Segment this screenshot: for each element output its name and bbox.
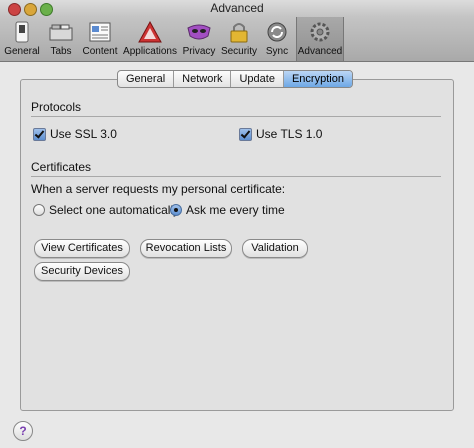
view-certificates-button[interactable]: View Certificates bbox=[34, 239, 130, 258]
advanced-tab-bar: General Network Update Encryption bbox=[117, 70, 353, 88]
toolbar-general[interactable]: General bbox=[4, 17, 40, 61]
divider bbox=[31, 176, 441, 177]
security-devices-button[interactable]: Security Devices bbox=[34, 262, 130, 281]
switch-icon bbox=[15, 21, 29, 43]
content-icon bbox=[89, 22, 111, 42]
toolbar-sync[interactable]: Sync bbox=[262, 17, 292, 61]
toolbar-privacy[interactable]: Privacy bbox=[182, 17, 216, 61]
protocols-heading: Protocols bbox=[31, 100, 82, 114]
validation-button[interactable]: Validation bbox=[242, 239, 308, 258]
use-ssl-checkbox[interactable]: Use SSL 3.0 bbox=[33, 127, 117, 141]
radio-unselected-icon bbox=[33, 204, 45, 216]
revocation-lists-button[interactable]: Revocation Lists bbox=[140, 239, 232, 258]
preferences-toolbar: General Tabs Content Applications Privac… bbox=[0, 17, 474, 62]
divider bbox=[31, 116, 441, 117]
gear-icon bbox=[310, 22, 330, 42]
lock-icon bbox=[230, 23, 248, 43]
title-bar: Advanced bbox=[0, 0, 474, 17]
toolbar-security[interactable]: Security bbox=[220, 17, 258, 61]
tab-general[interactable]: General bbox=[118, 71, 175, 87]
sync-icon bbox=[267, 22, 287, 42]
help-icon: ? bbox=[19, 424, 27, 438]
certificates-heading: Certificates bbox=[31, 160, 92, 174]
toolbar-applications[interactable]: Applications bbox=[122, 17, 178, 61]
toolbar-tabs[interactable]: Tabs bbox=[44, 17, 78, 61]
checkbox-checked-icon bbox=[33, 127, 46, 141]
close-window-button[interactable] bbox=[8, 3, 21, 16]
tab-network[interactable]: Network bbox=[174, 71, 232, 87]
zoom-window-button[interactable] bbox=[40, 3, 53, 16]
checkbox-checked-icon bbox=[239, 127, 252, 141]
tab-update[interactable]: Update bbox=[231, 71, 284, 87]
minimize-window-button[interactable] bbox=[24, 3, 37, 16]
tabs-icon bbox=[49, 24, 73, 41]
certificate-request-prompt: When a server requests my personal certi… bbox=[31, 182, 286, 196]
radio-selected-icon bbox=[170, 204, 182, 216]
mask-icon bbox=[187, 24, 211, 40]
use-tls-checkbox[interactable]: Use TLS 1.0 bbox=[239, 127, 322, 141]
window-title: Advanced bbox=[210, 1, 264, 15]
encryption-panel: Protocols Use SSL 3.0 Use TLS 1.0 Certif… bbox=[20, 79, 454, 411]
preferences-window: Advanced General Tabs Content Applicatio… bbox=[0, 0, 474, 448]
ask-every-time-radio[interactable]: Ask me every time bbox=[170, 203, 285, 217]
select-automatically-radio[interactable]: Select one automatically bbox=[33, 203, 179, 217]
toolbar-content[interactable]: Content bbox=[80, 17, 120, 61]
applications-icon bbox=[138, 20, 162, 43]
help-button[interactable]: ? bbox=[13, 421, 33, 441]
tab-encryption[interactable]: Encryption bbox=[283, 71, 352, 87]
toolbar-advanced[interactable]: Advanced bbox=[296, 17, 344, 61]
